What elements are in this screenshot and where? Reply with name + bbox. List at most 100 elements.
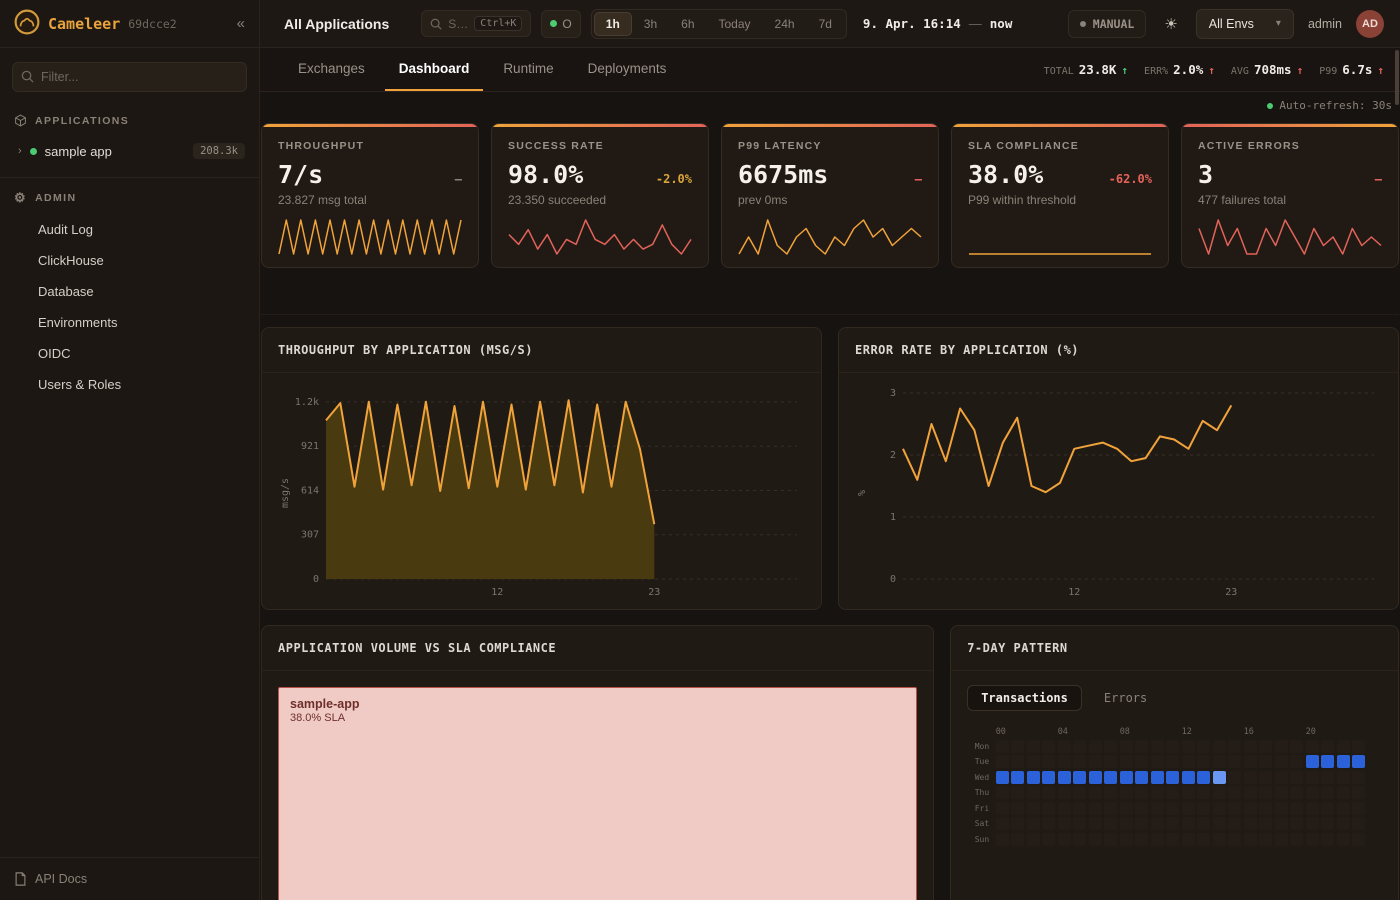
sidebar-item-oidc[interactable]: OIDC (0, 338, 259, 369)
pattern-panel: 7-DAY PATTERN Transactions Errors 000408… (950, 625, 1399, 900)
heatmap-cell (1244, 771, 1257, 784)
kpi-delta: – (1375, 172, 1382, 186)
treemap-cell-sample-app[interactable]: sample-app 38.0% SLA (278, 687, 917, 900)
heatmap-cell (1197, 817, 1210, 830)
heatmap-cell (1166, 755, 1179, 768)
heatmap-cell (1042, 833, 1055, 846)
panel-title: THROUGHPUT BY APPLICATION (MSG/S) (262, 328, 821, 373)
kpi-value: 6675ms (738, 160, 828, 189)
heatmap-cell (1244, 755, 1257, 768)
heatmap-cell (1135, 740, 1148, 753)
range-button-today[interactable]: Today (707, 12, 763, 36)
tab-runtime[interactable]: Runtime (489, 48, 567, 91)
heatmap-cell (1259, 817, 1272, 830)
section-divider (261, 314, 1399, 315)
arrow-up-icon: ↑ (1121, 64, 1128, 77)
toggle-transactions[interactable]: Transactions (967, 685, 1082, 711)
heatmap-cell (1197, 802, 1210, 815)
tab-deployments[interactable]: Deployments (574, 48, 681, 91)
kpi-subtitle: 477 failures total (1198, 193, 1382, 207)
sidebar-item-clickhouse[interactable]: ClickHouse (0, 245, 259, 276)
heatmap-hour-label: 00 (996, 727, 1056, 737)
heatmap-cell (1337, 740, 1350, 753)
heatmap-cell (1321, 802, 1334, 815)
svg-text:3: 3 (890, 388, 896, 399)
app-item-label[interactable]: sample app (45, 144, 112, 159)
heatmap-cell (1027, 786, 1040, 799)
sidebar-item-sample-app[interactable]: › sample app 208.3k (0, 135, 259, 167)
range-button-7d[interactable]: 7d (807, 12, 844, 36)
error-rate-chart: 01231223% (855, 385, 1382, 601)
heatmap-hour-label: 20 (1306, 727, 1366, 737)
sidebar-item-database[interactable]: Database (0, 276, 259, 307)
live-status-pill[interactable]: O (541, 10, 580, 38)
app-count-badge: 208.3k (193, 143, 245, 159)
time-to[interactable]: now (990, 16, 1013, 31)
sidebar-collapse-icon[interactable]: « (237, 15, 245, 32)
time-from[interactable]: 9. Apr. 16:14 (863, 16, 961, 31)
heatmap-cell (1352, 755, 1365, 768)
heatmap-cell (1321, 817, 1334, 830)
heatmap-cell (1120, 740, 1133, 753)
search-placeholder-text: S… (448, 17, 468, 31)
live-status-label: O (562, 17, 571, 31)
heatmap-cell (1027, 771, 1040, 784)
kpi-subtitle: 23.350 succeeded (508, 193, 692, 207)
heatmap-cell (1073, 833, 1086, 846)
heatmap-cell (996, 755, 1009, 768)
sidebar-item-environments[interactable]: Environments (0, 307, 259, 338)
tab-dashboard[interactable]: Dashboard (385, 48, 484, 91)
range-button-3h[interactable]: 3h (632, 12, 669, 36)
arrow-up-icon: ↑ (1377, 64, 1384, 77)
page-title: All Applications (284, 16, 389, 32)
heatmap-cell (1011, 740, 1024, 753)
arrow-up-icon: ↑ (1297, 64, 1304, 77)
range-button-6h[interactable]: 6h (669, 12, 706, 36)
heatmap-cell (1321, 755, 1334, 768)
chevron-right-icon[interactable]: › (18, 145, 22, 157)
charts-row: THROUGHPUT BY APPLICATION (MSG/S) 030761… (261, 327, 1399, 610)
kpi-value: 7/s (278, 160, 323, 189)
scrollbar-thumb[interactable] (1395, 50, 1399, 105)
heatmap-cell (1352, 817, 1365, 830)
manual-status-dot (1080, 21, 1086, 27)
heatmap-cell (1042, 817, 1055, 830)
tab-exchanges[interactable]: Exchanges (284, 48, 379, 91)
search-icon (430, 18, 442, 30)
heatmap-cell (1306, 817, 1319, 830)
heatmap-cell (1042, 771, 1055, 784)
admin-section-header: ⚙ ADMIN (0, 178, 259, 214)
svg-text:12: 12 (491, 587, 503, 598)
filter-input[interactable] (12, 62, 247, 92)
heatmap-cell (996, 740, 1009, 753)
chevron-down-icon: ▾ (1276, 18, 1281, 29)
svg-text:1: 1 (890, 512, 896, 523)
api-docs-link[interactable]: API Docs (35, 872, 87, 886)
avatar[interactable]: AD (1356, 10, 1384, 38)
heatmap-cell (1213, 833, 1226, 846)
heatmap-cell (1306, 833, 1319, 846)
heatmap-cell (996, 802, 1009, 815)
sidebar-item-audit-log[interactable]: Audit Log (0, 214, 259, 245)
heatmap-cell (1182, 740, 1195, 753)
applications-section-label: APPLICATIONS (35, 115, 129, 127)
time-window: 9. Apr. 16:14 — now (863, 16, 1012, 31)
heatmap-cell (1182, 755, 1195, 768)
range-button-1h[interactable]: 1h (594, 12, 632, 36)
manual-refresh-button[interactable]: MANUAL (1068, 10, 1147, 38)
range-button-24h[interactable]: 24h (763, 12, 807, 36)
heatmap-cell (1228, 802, 1241, 815)
kpi-sparkline (1198, 217, 1382, 257)
kpi-title: SLA COMPLIANCE (968, 140, 1152, 152)
theme-toggle-icon[interactable]: ☀ (1160, 11, 1181, 37)
heatmap-cell (1135, 771, 1148, 784)
pattern-toggle-row: Transactions Errors (967, 685, 1382, 711)
global-search[interactable]: S… Ctrl+K (421, 10, 531, 37)
toggle-errors[interactable]: Errors (1090, 685, 1161, 711)
environment-select[interactable]: All Envs ▾ (1196, 9, 1294, 39)
sidebar-item-users-roles[interactable]: Users & Roles (0, 369, 259, 400)
heatmap-cell (1089, 802, 1102, 815)
sidebar: Cameleer 69dcce2 « APPLICATIONS › sample… (0, 0, 260, 900)
kpi-delta: – (455, 172, 462, 186)
heatmap-cell (1104, 786, 1117, 799)
